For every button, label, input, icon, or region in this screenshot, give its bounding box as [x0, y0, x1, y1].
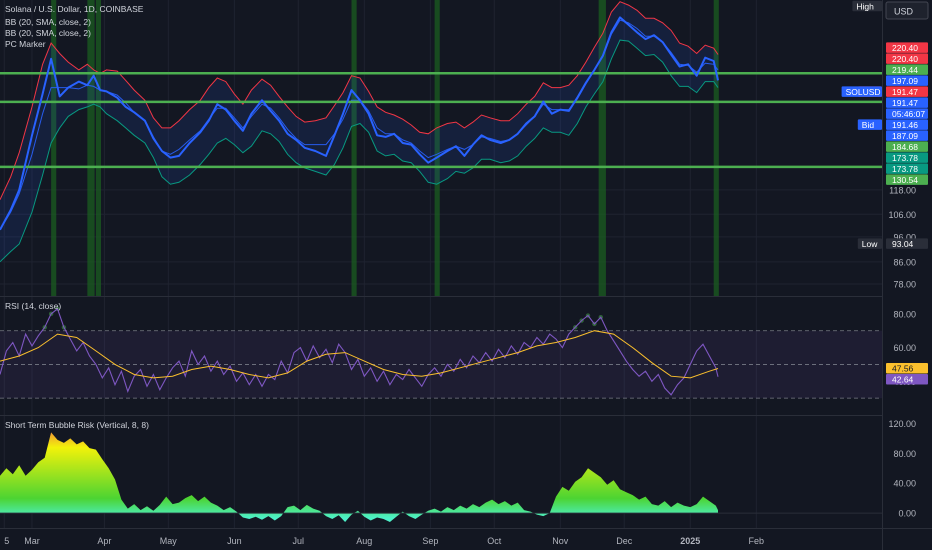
price-label-2: 219.44 [892, 65, 918, 75]
time-tick-11: 2025 [680, 536, 700, 546]
time-tick-4: Jun [227, 536, 242, 546]
risk-tick-2: 40.00 [893, 479, 916, 489]
time-tick-8: Oct [487, 536, 502, 546]
price-label-13: 93.04 [892, 239, 914, 249]
price-label-0: 220.40 [892, 43, 918, 53]
indicator-legend-bb-2[interactable]: BB (20, SMA, close, 2) [5, 28, 91, 38]
price-tick-3: 86.00 [893, 257, 916, 267]
green-zone-3 [351, 0, 357, 296]
currency-label: USD [894, 7, 914, 17]
time-tick-6: Aug [356, 536, 372, 546]
risk-tick-3: 0.00 [898, 509, 916, 519]
price-label-5: 191.47 [892, 98, 918, 108]
risk-tick-1: 80.00 [893, 449, 916, 459]
price-tag-2: SOLUSD [846, 87, 881, 97]
time-tick-1: Mar [24, 536, 40, 546]
time-tick-12: Feb [749, 536, 765, 546]
risk-tick-0: 120.00 [888, 419, 916, 429]
price-tick-1: 106.00 [888, 210, 916, 220]
green-zone-2 [95, 0, 101, 296]
indicator-legend-pc-marker[interactable]: PC Marker [5, 39, 46, 49]
price-tick-4: 78.00 [893, 280, 916, 290]
green-zone-1 [87, 0, 95, 296]
price-label-3: 197.09 [892, 76, 918, 86]
rsi-tick-1: 60.00 [893, 343, 916, 353]
bubble-risk-legend[interactable]: Short Term Bubble Risk (Vertical, 8, 8) [5, 420, 149, 430]
currency-badge[interactable]: USD [885, 1, 929, 20]
price-label-8: 187.09 [892, 131, 918, 141]
time-tick-7: Sep [422, 536, 438, 546]
price-tag-0: High [856, 1, 874, 11]
rsi-legend[interactable]: RSI (14, close) [5, 301, 61, 311]
price-label-1: 220.40 [892, 54, 918, 64]
price-label-7: 191.46 [892, 120, 918, 130]
price-tick-0: 118.00 [889, 185, 916, 195]
price-label-9: 184.68 [892, 142, 918, 152]
time-tick-3: May [160, 536, 178, 546]
indicator-legend-bb-1[interactable]: BB (20, SMA, close, 2) [5, 17, 91, 27]
rsi-value-label-1: 42.64 [892, 375, 914, 385]
chart-root: 118.00106.0096.0086.0078.00 220.40220.40… [0, 0, 932, 550]
price-tag-3: Bid [862, 120, 875, 130]
price-label-10: 173.78 [892, 153, 918, 163]
price-label-12: 130.54 [892, 175, 918, 185]
price-label-6: 05:46:07 [892, 109, 925, 119]
symbol-title[interactable]: Solana / U.S. Dollar, 1D, COINBASE [5, 4, 143, 14]
price-tag-4: Low [862, 239, 878, 249]
rsi-value-label-0: 47.56 [892, 364, 914, 374]
green-zone-6 [713, 0, 719, 296]
time-tick-5: Jul [293, 536, 305, 546]
price-label-11: 173.78 [892, 164, 918, 174]
time-tick-10: Dec [616, 536, 633, 546]
time-tick-9: Nov [552, 536, 569, 546]
time-tick-0: 5 [4, 536, 9, 546]
rsi-tick-0: 80.00 [893, 309, 916, 319]
price-label-4: 191.47 [892, 87, 918, 97]
time-tick-2: Apr [97, 536, 111, 546]
